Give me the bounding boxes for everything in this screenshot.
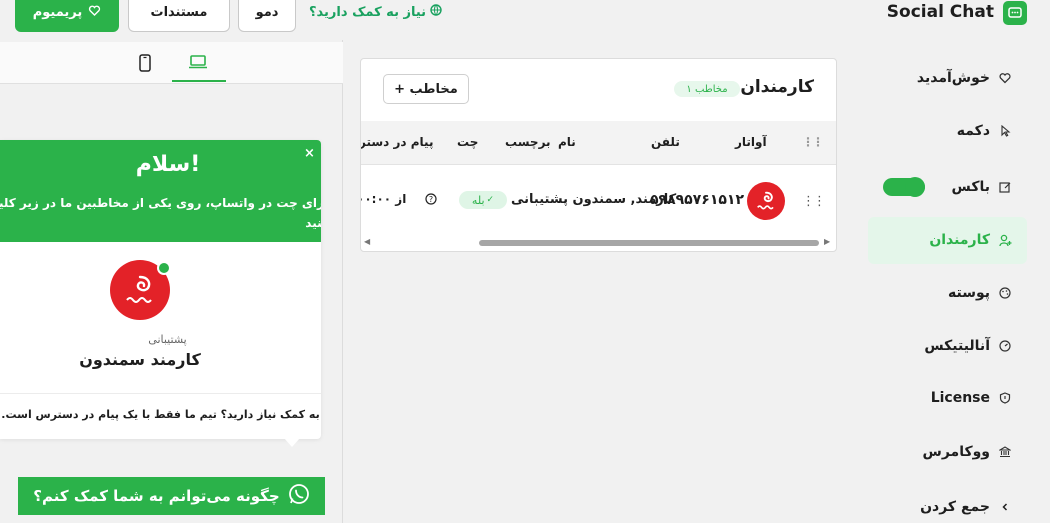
- table-row[interactable]: ⋮⋮ ۵۹۸۹۵۷۶۱۵۱۲ کارمند, سمندون پشتیبانی ب…: [360, 165, 836, 235]
- popup-pointer: [284, 438, 300, 447]
- count-badge: ۱ مخاطب: [674, 81, 740, 97]
- sidebar-item-label: کارمندان: [929, 232, 990, 248]
- agent-name: کارمند سمندون: [79, 350, 201, 369]
- horizontal-scrollbar[interactable]: [479, 240, 819, 246]
- whatsapp-badge-icon: [157, 261, 171, 275]
- col-label: برچسب: [505, 135, 551, 149]
- sidebar-item-employees[interactable]: کارمندان: [854, 218, 1012, 262]
- popup-description: برای چت در واتساپ، روی یکی از مخاطبین ما…: [0, 196, 321, 230]
- sidebar-item-label: خوش‌آمدید: [916, 70, 990, 86]
- sidebar-item-skin[interactable]: پوسته: [854, 271, 1012, 315]
- whatsapp-icon: [288, 483, 310, 509]
- sidebar-item-label: باکس: [951, 179, 990, 195]
- cursor-icon: [998, 124, 1012, 138]
- chat-popup: × سلام! برای چت در واتساپ، روی یکی از مخ…: [0, 140, 321, 439]
- user-add-icon: [998, 233, 1012, 247]
- row-avatar: [747, 182, 785, 220]
- help-link[interactable]: نیاز به کمک دارید؟: [309, 4, 442, 20]
- gauge-icon: [998, 339, 1012, 353]
- edit-box-icon: [998, 180, 1012, 194]
- col-phone: تلفن: [651, 135, 680, 149]
- sidebar-item-label: پوسته: [947, 285, 990, 301]
- popup-header: × سلام! برای چت در واتساپ، روی یکی از مخ…: [0, 140, 321, 242]
- toggle-knob: [905, 177, 925, 197]
- popup-footer-text: به کمک نیاز دارید؟ تیم ما فقط با یک پیام…: [1, 408, 320, 421]
- cta-label: چگونه می‌توانم به شما کمک کنم؟: [33, 487, 280, 505]
- chat-yes-label: بله: [471, 193, 485, 207]
- mobile-icon[interactable]: [139, 54, 151, 76]
- sidebar-item-label: جمع کردن: [920, 499, 990, 515]
- drag-handle-icon: ⋮⋮: [802, 135, 824, 149]
- palette-icon: [998, 286, 1012, 300]
- brand-title: Social Chat: [886, 2, 994, 22]
- row-availability: از ۰۰:۰۰: [360, 192, 407, 206]
- row-drag-handle-icon[interactable]: ⋮⋮: [802, 194, 826, 209]
- sidebar-item-collapse[interactable]: جمع کردن: [854, 485, 1012, 523]
- card-title: کارمندان: [740, 77, 814, 97]
- sidebar-item-welcome[interactable]: خوش‌آمدید: [854, 56, 1012, 100]
- col-chat: چت: [457, 135, 479, 149]
- premium-button[interactable]: پریمیوم: [15, 0, 119, 32]
- sidebar-item-button[interactable]: دکمه: [854, 109, 1012, 153]
- col-availability: پیام در دستر: [360, 135, 434, 149]
- scroll-left-arrow-icon[interactable]: ◀: [364, 237, 370, 246]
- chat-yes-badge: بله ✓: [459, 191, 507, 209]
- row-name-text: کارمند, سمندون: [572, 192, 677, 207]
- sidebar: خوش‌آمدید دکمه باکس کارمندان پوسته آنالی…: [866, 50, 1030, 523]
- device-tabs: [0, 42, 343, 84]
- scroll-right-arrow-icon[interactable]: ▶: [824, 237, 830, 246]
- premium-label: پریمیوم: [32, 4, 83, 20]
- help-link-label: نیاز به کمک دارید؟: [309, 4, 427, 20]
- tab-desktop-underline: [172, 80, 226, 82]
- laptop-icon[interactable]: [188, 54, 208, 74]
- shield-icon: [998, 391, 1012, 405]
- sidebar-item-box[interactable]: باکس: [854, 165, 1012, 209]
- bank-icon: [998, 445, 1012, 459]
- docs-button[interactable]: مستندات: [128, 0, 230, 32]
- col-name: نام: [558, 135, 576, 149]
- col-avatar: آواتار: [735, 135, 767, 149]
- sidebar-item-woocommerce[interactable]: ووکامرس: [854, 430, 1012, 474]
- demo-button[interactable]: دمو: [238, 0, 296, 32]
- heart-icon: [998, 71, 1012, 85]
- add-contact-button[interactable]: + مخاطب: [383, 74, 469, 104]
- whatsapp-cta-button[interactable]: چگونه می‌توانم به شما کمک کنم؟: [18, 477, 325, 515]
- globe-icon: [430, 4, 442, 20]
- sparkle-heart-icon: [88, 4, 101, 21]
- check-icon: ✓: [486, 195, 495, 205]
- agent-role: پشتیبانی: [148, 333, 187, 346]
- sidebar-item-label: دکمه: [956, 123, 990, 139]
- employees-card: کارمندان ۱ مخاطب + مخاطب ⋮⋮ آواتار تلفن …: [360, 58, 837, 252]
- sidebar-item-analytics[interactable]: آنالیتیکس: [854, 324, 1012, 368]
- svg-text:?: ?: [429, 195, 433, 204]
- popup-divider: [0, 393, 321, 394]
- chevron-left-icon: [998, 500, 1012, 514]
- table-header: ⋮⋮ آواتار تلفن نام برچسب چت پیام در دستر: [360, 121, 836, 165]
- help-circle-icon[interactable]: ?: [425, 193, 437, 209]
- sidebar-item-license[interactable]: License: [854, 376, 1012, 420]
- row-label-text: پشتیبانی: [511, 192, 568, 207]
- sidebar-item-label: License: [930, 390, 990, 406]
- sidebar-item-label: ووکامرس: [922, 444, 991, 460]
- row-name: کارمند, سمندون پشتیبانی: [511, 192, 676, 207]
- popup-title: سلام!: [135, 152, 201, 177]
- brand-logo-icon: [1003, 1, 1027, 25]
- sidebar-item-label: آنالیتیکس: [924, 338, 990, 354]
